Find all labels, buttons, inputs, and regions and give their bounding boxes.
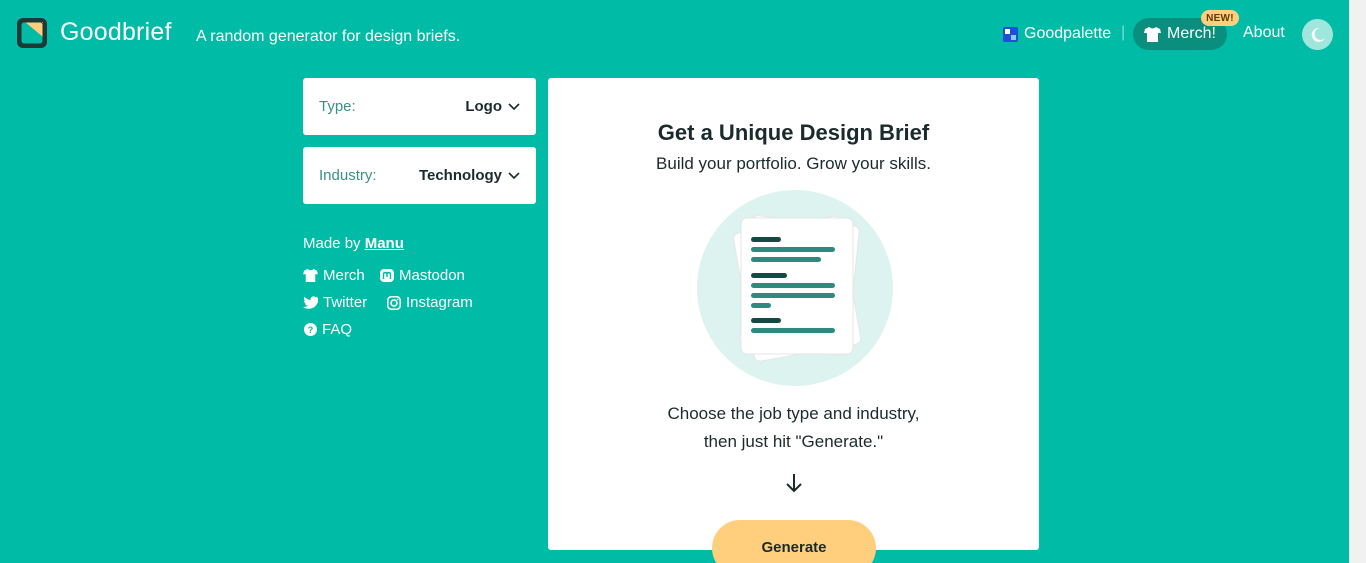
link-faq-label: FAQ [322,321,353,338]
question-icon: ? [304,323,317,336]
goodbrief-logo-icon[interactable] [16,17,48,49]
nav-separator: | [1121,24,1126,41]
made-by: Made by Manu [303,235,404,252]
nav-merch-label: Merch! [1167,25,1216,42]
nav-goodpalette-label: Goodpalette [1024,25,1112,42]
industry-select[interactable]: Industry: Technology [303,147,536,204]
mastodon-icon [380,268,394,282]
instructions: Choose the job type and industry, then j… [548,400,1039,456]
industry-select-label: Industry: [319,167,377,184]
link-mastodon[interactable]: Mastodon [380,267,465,284]
new-badge: NEW! [1201,10,1239,26]
page-scrollbar[interactable] [1349,0,1366,563]
tagline: A random generator for design briefs. [196,28,461,45]
link-merch[interactable]: Merch [303,267,365,284]
link-instagram-label: Instagram [406,294,473,311]
type-select-value: Logo [465,98,502,115]
chevron-down-icon [508,171,520,179]
goodpalette-icon [1003,26,1018,42]
twitter-icon [303,296,318,309]
link-merch-label: Merch [323,267,365,284]
type-select-value-wrap: Logo [465,98,520,115]
chevron-down-icon [508,102,520,110]
nav-about[interactable]: About [1243,24,1285,42]
brand-name[interactable]: Goodbrief [60,18,172,47]
made-by-label: Made by [303,235,361,252]
link-mastodon-label: Mastodon [399,267,465,284]
type-select[interactable]: Type: Logo [303,78,536,135]
dark-mode-toggle[interactable] [1302,19,1333,50]
instructions-line-1: Choose the job type and industry, [667,404,920,423]
link-twitter[interactable]: Twitter [303,294,367,311]
link-faq[interactable]: ? FAQ [304,321,352,338]
tshirt-icon [1144,26,1162,42]
brief-card-subtitle: Build your portfolio. Grow your skills. [656,154,931,173]
author-link[interactable]: Manu [365,235,404,252]
instagram-icon [387,295,401,310]
document-stack-illustration [697,190,893,386]
arrow-down-icon [786,474,802,493]
moon-icon [1311,27,1325,42]
tshirt-icon [303,269,318,282]
instructions-line-2: then just hit "Generate." [703,432,884,451]
brief-card: Get a Unique Design Brief Build your por… [548,78,1039,550]
type-select-label: Type: [319,98,356,115]
link-instagram[interactable]: Instagram [387,294,473,311]
link-twitter-label: Twitter [323,294,368,311]
generate-button[interactable]: Generate [712,520,876,563]
svg-text:?: ? [308,325,314,335]
industry-select-value-wrap: Technology [419,167,520,184]
nav-goodpalette[interactable]: Goodpalette [1003,24,1111,44]
industry-select-value: Technology [418,167,502,184]
scrollbar-thumb[interactable] [1353,0,1363,563]
brief-card-title: Get a Unique Design Brief [657,120,930,145]
